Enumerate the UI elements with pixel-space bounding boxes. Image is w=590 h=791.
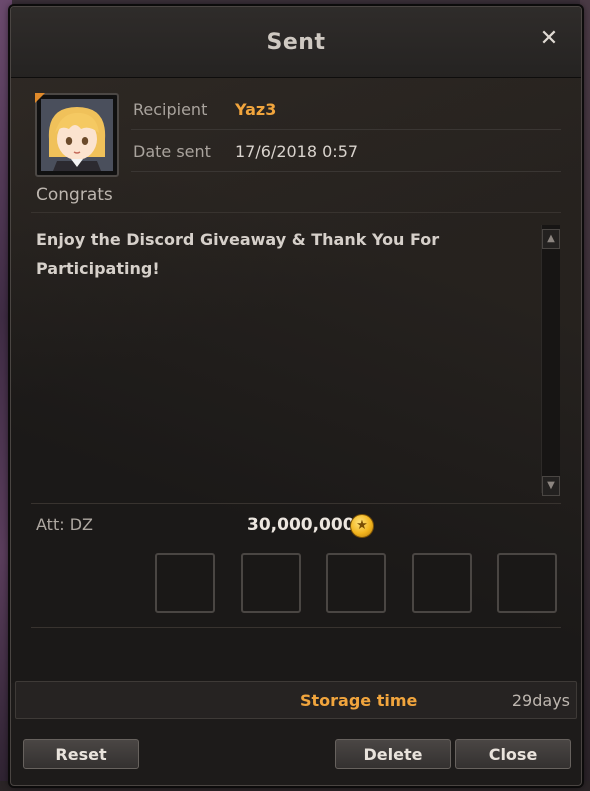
date-label: Date sent — [133, 142, 211, 161]
recipient-label: Recipient — [133, 100, 208, 119]
scroll-down-button[interactable]: ▼ — [542, 476, 560, 496]
attachment-slot[interactable] — [155, 553, 215, 613]
attachment-label: Att: DZ — [36, 515, 93, 534]
delete-button[interactable]: Delete — [335, 739, 451, 769]
slots-divider — [31, 627, 561, 628]
message-scrollbar[interactable]: ▲ ▼ — [541, 225, 560, 496]
date-row: Date sent 17/6/2018 0:57 — [131, 131, 561, 172]
close-button[interactable]: Close — [455, 739, 571, 769]
recipient-name: Yaz3 — [235, 100, 277, 119]
avatar — [35, 93, 119, 177]
attachment-slot[interactable] — [326, 553, 386, 613]
mail-window: Sent ✕ Recipient Yaz3 Date sent 17/6/201… — [10, 6, 582, 786]
mail-body-text: Enjoy the Discord Giveaway & Thank You F… — [36, 230, 440, 278]
character-portrait-icon — [41, 99, 113, 171]
gold-coin-icon: ★ — [350, 514, 374, 538]
storage-time-label: Storage time — [300, 691, 418, 710]
close-icon[interactable]: ✕ — [539, 28, 559, 50]
attachment-slot[interactable] — [412, 553, 472, 613]
subject-divider — [31, 212, 561, 213]
attachment-divider — [31, 503, 561, 504]
storage-time-bar: Storage time 29days — [15, 681, 577, 719]
attachment-slot[interactable] — [497, 553, 557, 613]
date-value: 17/6/2018 0:57 — [235, 142, 359, 161]
mail-subject: Congrats — [36, 185, 113, 205]
title-bar: Sent ✕ — [11, 7, 581, 78]
attachment-slot[interactable] — [241, 553, 301, 613]
recipient-row: Recipient Yaz3 — [131, 89, 561, 130]
attachment-amount: 30,000,000 — [247, 515, 355, 535]
reset-button[interactable]: Reset — [23, 739, 139, 769]
window-title: Sent — [266, 30, 326, 55]
storage-time-value: 29days — [511, 691, 570, 710]
scroll-up-button[interactable]: ▲ — [542, 229, 560, 249]
